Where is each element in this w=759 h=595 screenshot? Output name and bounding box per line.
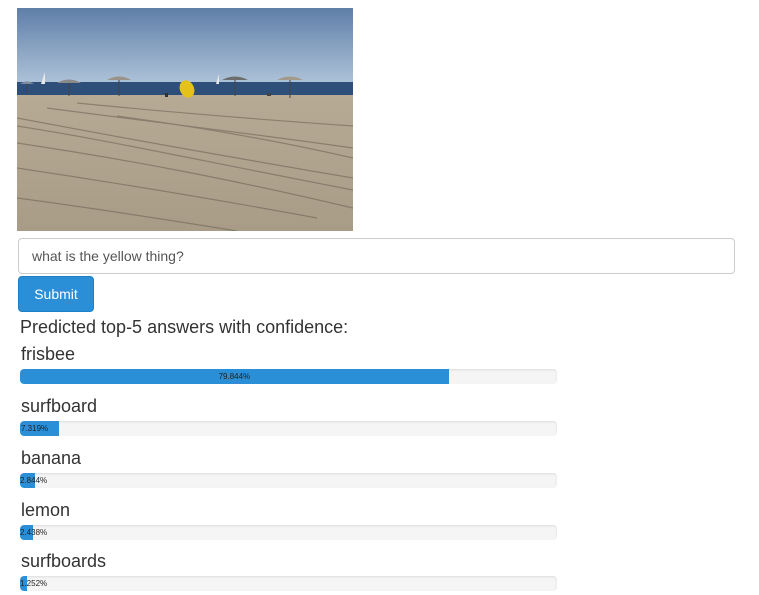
answer-item: surfboards 1.252% — [20, 550, 560, 591]
answer-label: frisbee — [21, 344, 76, 364]
submit-button[interactable]: Submit — [18, 276, 94, 312]
question-input[interactable] — [18, 238, 735, 274]
answer-item: banana 2.844% — [20, 447, 560, 488]
confidence-value: 7.319% — [21, 424, 49, 433]
answer-label: lemon — [21, 500, 71, 520]
confidence-bar: 2.438% — [20, 525, 557, 540]
confidence-value: 2.438% — [20, 528, 48, 537]
confidence-value: 1.252% — [20, 579, 48, 588]
beach-photo — [17, 8, 353, 231]
confidence-bar: 1.252% — [20, 576, 557, 591]
confidence-value: 79.844% — [218, 372, 251, 381]
confidence-bar: 2.844% — [20, 473, 557, 488]
confidence-bar: 79.844% — [20, 369, 557, 384]
answer-label: surfboards — [21, 551, 107, 571]
confidence-bar: 7.319% — [20, 421, 557, 436]
answer-item: surfboard 7.319% — [20, 395, 560, 436]
answer-label: surfboard — [21, 396, 98, 416]
answer-item: lemon 2.438% — [20, 499, 560, 540]
results-heading: Predicted top-5 answers with confidence: — [20, 317, 349, 337]
answer-label: banana — [21, 448, 82, 468]
vqa-demo-page: Submit Predicted top-5 answers with conf… — [0, 0, 759, 595]
confidence-value: 2.844% — [20, 476, 48, 485]
answer-item: frisbee 79.844% — [20, 343, 560, 384]
